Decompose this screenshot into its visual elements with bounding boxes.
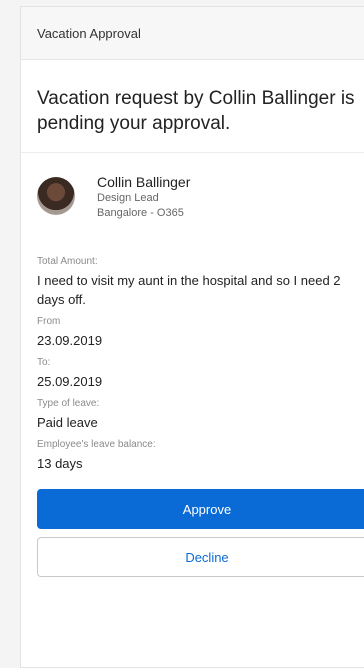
- field-value-to: 25.09.2019: [37, 374, 103, 389]
- request-heading: Vacation request by Collin Ballinger is …: [21, 60, 364, 153]
- request-details: Total Amount: I need to visit my aunt in…: [21, 255, 364, 473]
- card-header: Vacation Approval: [21, 7, 364, 60]
- employee-location: Bangalore - O365: [97, 207, 184, 219]
- field-value-from: 23.09.2019: [37, 333, 103, 348]
- field-value-leave-balance: 13 days: [37, 456, 83, 471]
- action-buttons: Approve Decline: [21, 473, 364, 577]
- decline-button[interactable]: Decline: [37, 537, 364, 577]
- card-header-title: Vacation Approval: [37, 25, 141, 41]
- employee-info: Collin Ballinger Design Lead Bangalore -…: [21, 153, 364, 249]
- field-label-leave-balance: Employee's leave balance:: [37, 439, 156, 450]
- approve-button[interactable]: Approve: [37, 489, 364, 529]
- field-label-to: To:: [37, 357, 51, 368]
- field-value-leave-type: Paid leave: [37, 415, 98, 430]
- employee-role: Design Lead: [97, 192, 159, 204]
- field-label-total-amount: Total Amount:: [37, 256, 98, 267]
- employee-name: Collin Ballinger: [97, 174, 191, 190]
- employee-text: Collin Ballinger Design Lead Bangalore -…: [97, 173, 190, 249]
- field-value-total-amount: I need to visit my aunt in the hospital …: [37, 273, 341, 307]
- vacation-approval-card: Vacation Approval Vacation request by Co…: [20, 6, 364, 668]
- avatar: [37, 177, 75, 215]
- field-label-leave-type: Type of leave:: [37, 398, 100, 409]
- field-label-from: From: [37, 316, 61, 327]
